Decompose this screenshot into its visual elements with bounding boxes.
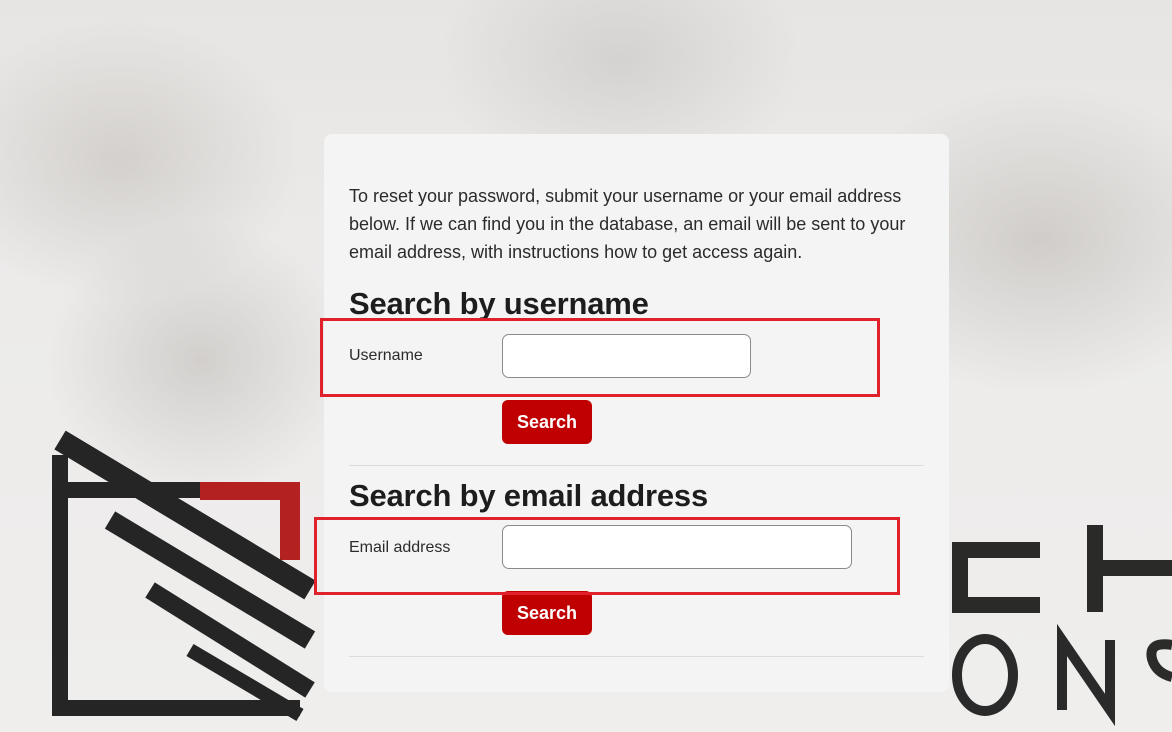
email-section-title: Search by email address — [349, 478, 708, 513]
username-search-button[interactable]: Search — [502, 400, 592, 444]
instructions-text: To reset your password, submit your user… — [349, 186, 906, 262]
section-divider — [349, 465, 924, 466]
username-field-highlight — [320, 318, 880, 397]
username-section-title: Search by username — [349, 286, 649, 321]
bottom-divider — [349, 656, 924, 657]
email-search-button[interactable]: Search — [502, 591, 592, 635]
password-reset-card: To reset your password, submit your user… — [324, 134, 949, 692]
email-field-highlight — [314, 517, 900, 595]
